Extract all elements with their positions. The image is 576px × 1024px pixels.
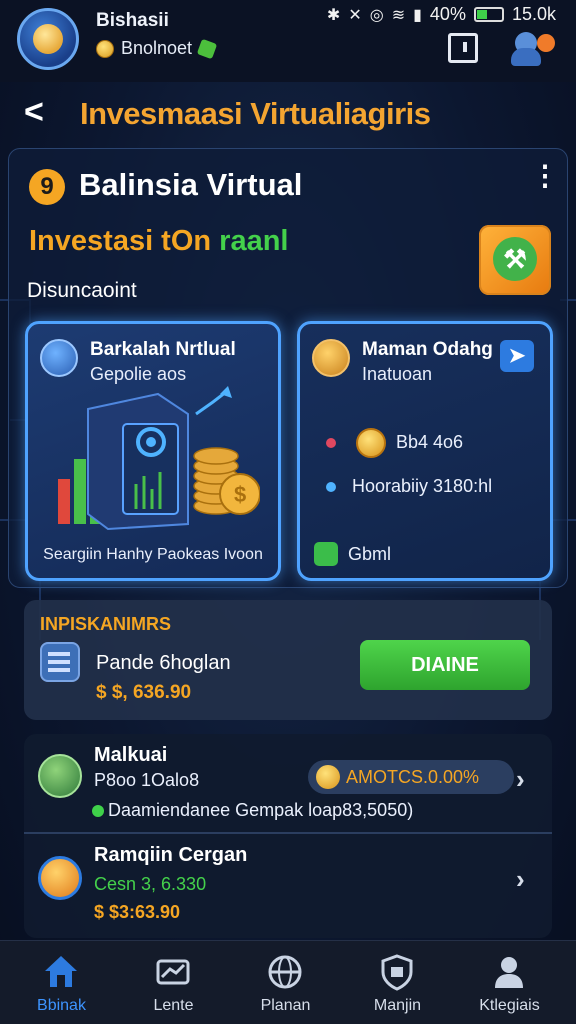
chevron-right-icon[interactable]: › (516, 864, 525, 895)
red-dot-icon (326, 438, 336, 448)
list-item[interactable]: Ramqiin Cergan Cesn 3, 6.330 $ $3:63.90 … (24, 834, 552, 938)
page-title: Invesmaasi Virtualiagiris (80, 96, 431, 131)
section-label: INPISKANIMRS (40, 614, 172, 634)
coin-icon (316, 765, 340, 789)
card-subtitle: Inatuoan (362, 364, 433, 384)
list-item-line: Cesn 3, 6.330 (94, 874, 207, 894)
card-title: Barkalah Nrtlual (90, 339, 236, 360)
shield-icon (381, 954, 413, 991)
card-title: Maman Odahg (362, 339, 493, 360)
virtual-balance-panel: 9 Balinsia Virtual ⋮ Investasi tOn raanl… (8, 148, 568, 588)
list-item-title: Malkuai (94, 744, 168, 766)
more-options-icon[interactable]: ⋮ (531, 162, 559, 201)
status-dot-icon (92, 805, 104, 818)
pickaxe-icon: ⚒ (493, 237, 537, 281)
bottom-navigation: Bbinak Lente Planan Manjin Ktlegiais (0, 940, 576, 1024)
app-subtitle: Bnolnoet (96, 38, 218, 59)
card-footer: Seargiin Hanhy Paokeas Ivoon (43, 546, 263, 563)
globe-icon (268, 955, 302, 989)
document-icon (40, 642, 80, 682)
nav-item-home[interactable]: Bbinak (4, 941, 119, 1024)
profile-icon[interactable] (509, 28, 557, 68)
list-item-detail: Daamiendanee Gempak loap83,5050) (92, 800, 413, 821)
gear-coin-icon (40, 339, 78, 377)
rate-pill: AMOTCS.0.00% (308, 760, 514, 794)
list-icon (314, 542, 338, 566)
target-coin-icon (38, 856, 82, 900)
list-item[interactable]: Malkuai P8oo 1Oalo8 AMOTCS.0.00% › Daami… (24, 734, 552, 832)
panel-title: Balinsia Virtual (79, 167, 303, 202)
nav-label: Bbinak (37, 997, 86, 1014)
value-line: Bb4 4o6 (396, 432, 464, 452)
user-icon (495, 957, 523, 988)
nav-item-shield[interactable]: Manjin (340, 941, 455, 1024)
done-button[interactable]: DIAINE (360, 640, 530, 690)
forward-button[interactable]: ➤ (500, 340, 534, 372)
status-bar: ✱ ✕ ◎ ≋ ▮ 40% 15.0k (327, 4, 556, 25)
network-speed: 15.0k (511, 4, 556, 24)
virtual-package-card[interactable]: Barkalah Nrtlual Gepolie aos $ Seargiin … (25, 321, 281, 581)
svg-text:$: $ (234, 482, 246, 507)
nav-label: Manjin (373, 997, 422, 1014)
discount-label: Disuncaoint (27, 279, 137, 302)
app-header: Bishasii Bnolnoet ✱ ✕ ◎ ≋ ▮ 40% 15.0k (0, 0, 576, 82)
wifi-icon: ≋ (391, 6, 406, 24)
list-item-title: Ramqiin Cergan (94, 844, 248, 866)
blue-dot-icon (326, 482, 336, 492)
list-item-price: $ $3:63.90 (94, 902, 181, 922)
app-subtitle-text: Bnolnoet (121, 38, 193, 58)
chevron-right-icon[interactable]: › (516, 764, 525, 795)
nav-label: Planan (260, 997, 311, 1014)
tools-button[interactable]: ⚒ (479, 225, 551, 295)
invest-title-main: Investasi tOn (29, 225, 220, 257)
bluetooth-icon: ✱ (326, 6, 341, 24)
phone-icon[interactable] (448, 33, 478, 63)
signal-icon: ▮ (413, 6, 422, 24)
leaf-icon (196, 38, 218, 59)
coin-icon (356, 428, 386, 458)
ticket-icon (156, 959, 190, 985)
hexagon-coin-icon (312, 339, 350, 377)
battery-icon (473, 7, 504, 22)
back-button[interactable]: < (24, 95, 60, 131)
app-logo (17, 8, 79, 70)
investment-list: Malkuai P8oo 1Oalo8 AMOTCS.0.00% › Daami… (24, 734, 552, 938)
list-item-line: P8oo 1Oalo8 (94, 770, 200, 790)
nav-label: Ktlegiais (479, 997, 540, 1014)
manual-options-card[interactable]: Maman Odahg Inatuoan ➤ Bb4 4o6 Hoorabiiy… (297, 321, 553, 581)
value-line: Hoorabiiy 3180:hl (352, 476, 493, 496)
in-progress-card: INPISKANIMRS Pande 6hoglan $ $, 636.90 D… (24, 600, 552, 720)
rate-value: AMOTCS.0.00% (346, 767, 480, 787)
gift-icon (38, 754, 82, 798)
coin-icon (96, 39, 114, 58)
nav-label: Lente (153, 997, 194, 1014)
option-label: Gbml (348, 544, 392, 564)
nav-item-ticket[interactable]: Lente (116, 941, 231, 1024)
item-price: $ $, 636.90 (96, 682, 192, 703)
alarm-icon: ◎ (369, 6, 384, 24)
number-badge: 9 (29, 169, 65, 205)
nav-item-globe[interactable]: Planan (228, 941, 343, 1024)
mute-icon: ✕ (348, 6, 362, 24)
battery-percent: 40% (429, 4, 466, 24)
nav-item-user[interactable]: Ktlegiais (452, 941, 567, 1024)
invest-title-accent: raanl (219, 225, 289, 257)
item-name: Pande 6hoglan (96, 652, 231, 674)
app-name: Bishasii (96, 10, 169, 31)
invest-title: Investasi tOn raanl (29, 225, 289, 258)
home-icon (45, 956, 77, 987)
card-subtitle: Gepolie aos (90, 364, 187, 384)
investment-illustration: $ (58, 386, 260, 531)
